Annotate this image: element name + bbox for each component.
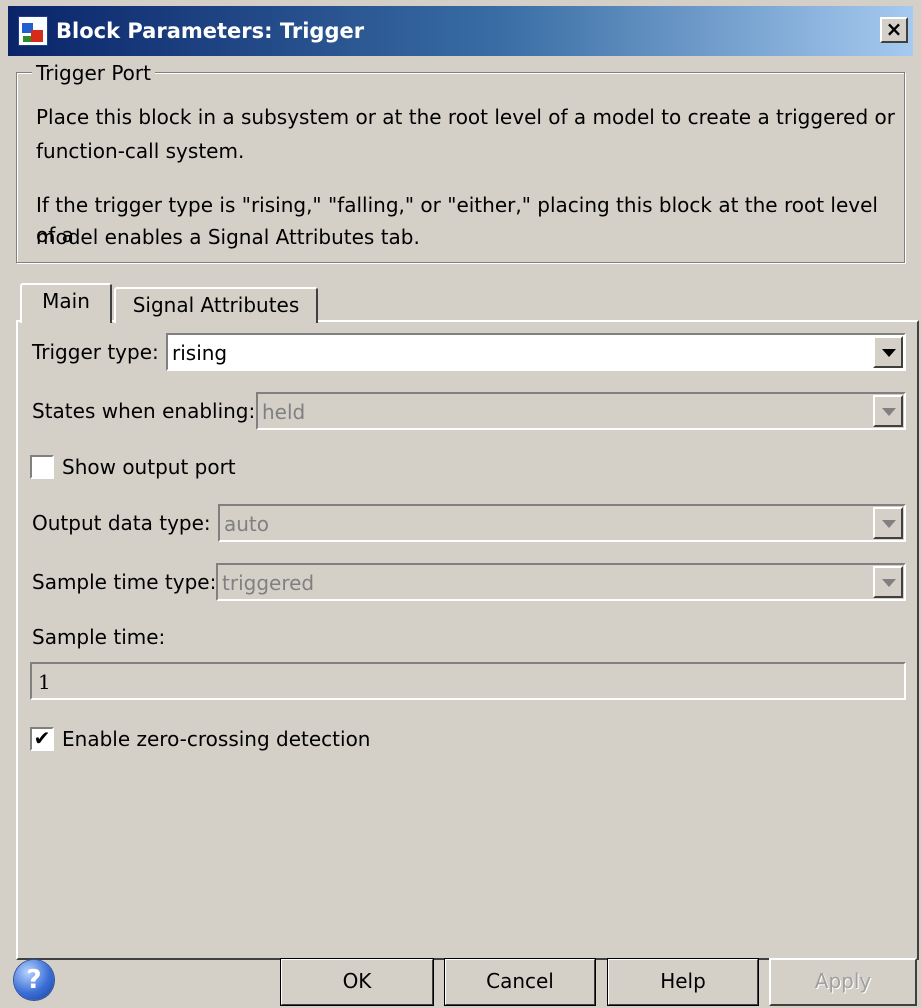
sample-time-type-label: Sample time type: <box>32 570 217 594</box>
window-title: Block Parameters: Trigger <box>56 19 365 43</box>
cancel-button[interactable]: Cancel <box>444 958 596 1006</box>
tab-signal-attributes[interactable]: Signal Attributes <box>114 287 318 323</box>
sample-time-type-dropdown: triggered <box>216 563 906 601</box>
show-output-port-checkbox[interactable] <box>30 455 54 479</box>
tab-main[interactable]: Main <box>20 283 112 323</box>
description-line: function-call system. <box>36 139 245 163</box>
sample-time-label: Sample time: <box>32 625 166 649</box>
trigger-type-dropdown[interactable]: rising <box>166 333 906 371</box>
simulink-block-icon <box>18 16 48 46</box>
apply-button: Apply <box>769 958 917 1006</box>
description-line: Place this block in a subsystem or at th… <box>36 105 895 129</box>
zero-crossing-label[interactable]: Enable zero-crossing detection <box>62 726 371 752</box>
help-icon[interactable]: ? <box>14 960 54 1000</box>
description-line: model enables a Signal Attributes tab. <box>36 225 420 249</box>
sample-time-value: 1 <box>38 670 51 694</box>
ok-button[interactable]: OK <box>280 958 434 1006</box>
sample-time-type-value: triggered <box>222 571 315 595</box>
block-parameters-dialog: Block Parameters: Trigger × Trigger Port… <box>0 0 921 1008</box>
states-when-enabling-dropdown: held <box>256 392 906 430</box>
output-data-type-value: auto <box>224 512 270 536</box>
states-when-enabling-value: held <box>262 400 306 424</box>
chevron-down-icon <box>873 507 903 539</box>
chevron-down-icon <box>873 566 903 598</box>
states-when-enabling-label: States when enabling: <box>32 399 256 423</box>
chevron-down-icon[interactable] <box>873 336 903 368</box>
close-button[interactable]: × <box>880 17 908 43</box>
trigger-type-value: rising <box>172 341 228 365</box>
trigger-type-label: Trigger type: <box>32 340 159 364</box>
group-legend: Trigger Port <box>32 60 155 86</box>
zero-crossing-checkbox[interactable]: ✔ <box>30 727 54 751</box>
output-data-type-label: Output data type: <box>32 511 211 535</box>
output-data-type-dropdown: auto <box>218 504 906 542</box>
title-bar[interactable]: Block Parameters: Trigger × <box>8 6 913 56</box>
sample-time-field: 1 <box>30 662 906 700</box>
help-button[interactable]: Help <box>607 958 759 1006</box>
show-output-port-label[interactable]: Show output port <box>62 454 236 480</box>
chevron-down-icon <box>873 395 903 427</box>
